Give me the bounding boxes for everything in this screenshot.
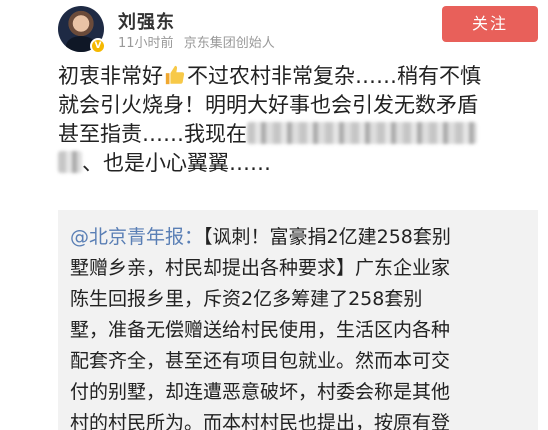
post-text-segment: 不过农村非常复杂……稍有不慎: [187, 64, 481, 88]
quote-line: 墅赠乡亲，村民却提出各种要求】广东企业家: [70, 257, 451, 279]
follow-button[interactable]: 关注: [442, 6, 538, 42]
post-line: 甚至指责……我现在: [58, 120, 538, 149]
verified-badge-icon: V: [90, 38, 106, 54]
post-text-segment: 初衷非常好: [58, 64, 163, 88]
quote-line: 墅，准备无偿赠送给村民使用，生活区内各种: [70, 319, 451, 341]
thumbs-up-icon: [165, 65, 185, 85]
quote-line: 配套齐全，甚至还有项目包就业。然而本可交: [70, 350, 451, 372]
quote-line: 陈生回报乡里，斥资2亿多筹建了258套别: [70, 288, 423, 310]
blurred-text: [247, 122, 477, 144]
quote-text-segment: 【讽刺！富豪捐2亿建258套别: [203, 226, 451, 248]
mention-link[interactable]: @北京青年报：: [70, 226, 203, 248]
user-title: 京东集团创始人: [183, 36, 275, 51]
post-line: 初衷非常好 不过农村非常复杂……稍有不慎: [58, 62, 538, 91]
username[interactable]: 刘强东: [118, 8, 175, 34]
quoted-post[interactable]: @北京青年报：【讽刺！富豪捐2亿建258套别 墅赠乡亲，村民却提出各种要求】广东…: [58, 210, 538, 430]
post-line: 、也是小心翼翼……: [58, 149, 538, 178]
post-header: V 刘强东 11小时前 京东集团创始人 关注: [0, 0, 548, 56]
blurred-text: [58, 151, 82, 173]
post-body: 初衷非常好 不过农村非常复杂……稍有不慎 就会引火烧身！明明大好事也会引发无数矛盾…: [58, 62, 538, 178]
post-meta: 11小时前 京东集团创始人: [118, 32, 281, 51]
quote-line: 村的村民所为。而本村村民也提出，按原有登: [70, 412, 451, 430]
post-text-segment: 、也是小心翼翼……: [82, 151, 271, 175]
post-line: 就会引火烧身！明明大好事也会引发无数矛盾: [58, 93, 478, 117]
quote-line: @北京青年报：【讽刺！富豪捐2亿建258套别: [70, 222, 530, 253]
quote-line: 付的别墅，却连遭恶意破坏，村委会称是其他: [70, 381, 451, 403]
post-time: 11小时前: [118, 36, 174, 51]
post-text-segment: 甚至指责……我现在: [58, 122, 247, 146]
